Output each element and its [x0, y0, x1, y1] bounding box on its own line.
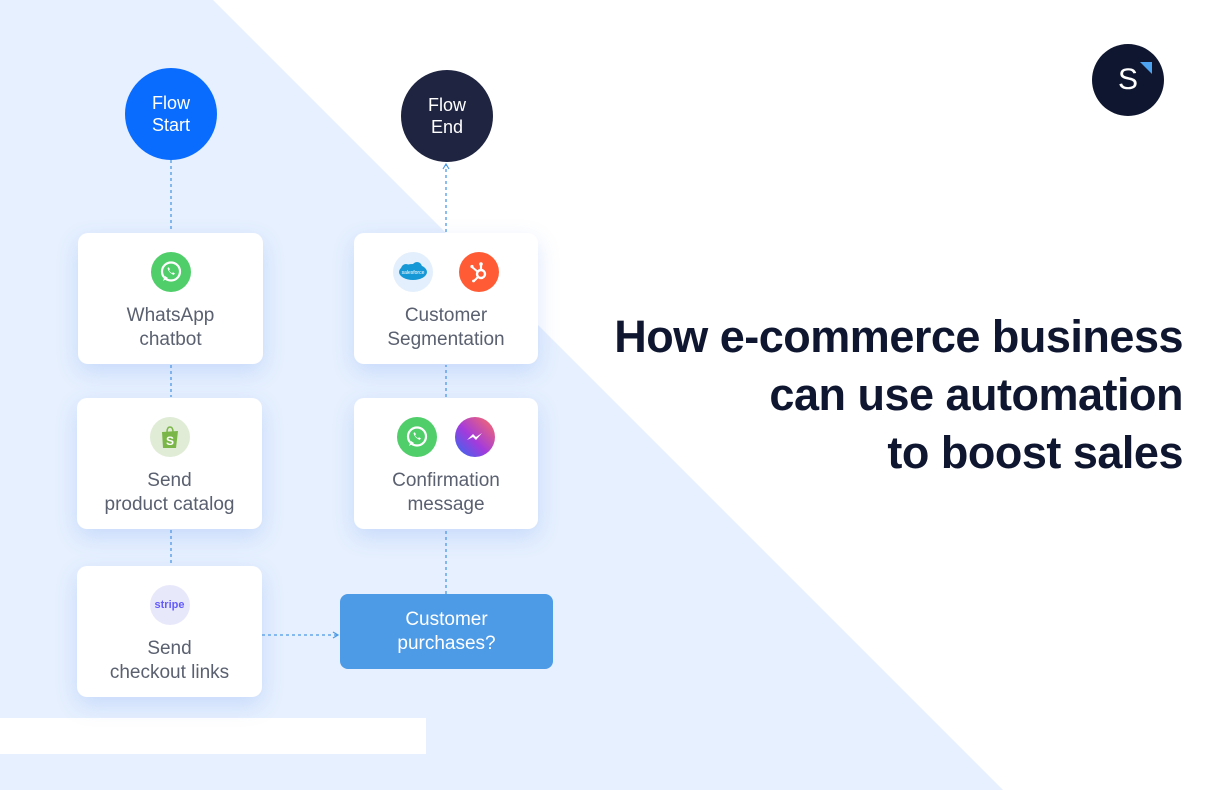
- card-customer-segmentation[interactable]: salesforce Customer Segmentation: [354, 233, 538, 364]
- card-whatsapp-chatbot-line-1: WhatsApp: [126, 305, 215, 326]
- whatsapp-icon: [397, 417, 437, 457]
- stripe-icon-text: stripe: [154, 599, 185, 611]
- brand-logo-corner-icon: [1140, 62, 1152, 74]
- decision-line-2: purchases?: [397, 632, 496, 654]
- headline-line-1: How e-commerce business: [614, 311, 1183, 362]
- card-send-product-catalog-line-1: Send: [147, 470, 192, 491]
- card-send-product-catalog-line-2: product catalog: [104, 494, 235, 515]
- shopify-icon: S: [149, 417, 190, 457]
- card-send-product-catalog[interactable]: S Send product catalog: [77, 398, 262, 529]
- card-send-checkout-links-line-2: checkout links: [109, 662, 230, 683]
- card-customer-segmentation-line-1: Customer: [404, 305, 488, 326]
- flow-start-line-2: Start: [151, 115, 190, 135]
- card-send-checkout-links[interactable]: stripe Send checkout links: [77, 566, 262, 697]
- brand-logo-icon[interactable]: S: [1092, 44, 1164, 116]
- salesforce-icon: salesforce: [393, 252, 433, 292]
- brand-logo-letter: S: [1117, 63, 1138, 96]
- card-confirmation-message-line-2: message: [407, 494, 485, 515]
- bottom-white-bar: [0, 718, 426, 754]
- hubspot-icon: [459, 252, 499, 292]
- stripe-icon: stripe: [149, 585, 190, 625]
- card-confirmation-message-line-1: Confirmation: [392, 470, 500, 491]
- page-title: How e-commerce business can use automati…: [614, 308, 1183, 482]
- headline-line-3: to boost sales: [887, 427, 1183, 478]
- messenger-icon: [455, 417, 495, 457]
- flow-end-line-1: Flow: [427, 95, 466, 115]
- card-customer-segmentation-line-2: Segmentation: [387, 329, 505, 350]
- flow-start-node[interactable]: Flow Start: [125, 68, 217, 160]
- decision-customer-purchases[interactable]: Customer purchases?: [340, 594, 553, 669]
- flow-start-line-1: Flow: [151, 93, 190, 113]
- card-whatsapp-chatbot[interactable]: WhatsApp chatbot: [78, 233, 263, 364]
- flow-end-node[interactable]: Flow End: [401, 70, 493, 162]
- headline-line-2: can use automation: [769, 369, 1183, 420]
- decision-line-1: Customer: [405, 608, 488, 630]
- svg-text:S: S: [165, 434, 173, 448]
- card-confirmation-message[interactable]: Confirmation message: [354, 398, 538, 529]
- whatsapp-icon: [150, 252, 191, 292]
- salesforce-icon-text: salesforce: [402, 270, 425, 276]
- card-send-checkout-links-line-1: Send: [147, 638, 192, 659]
- card-whatsapp-chatbot-line-2: chatbot: [139, 329, 202, 350]
- flow-end-line-2: End: [430, 117, 464, 137]
